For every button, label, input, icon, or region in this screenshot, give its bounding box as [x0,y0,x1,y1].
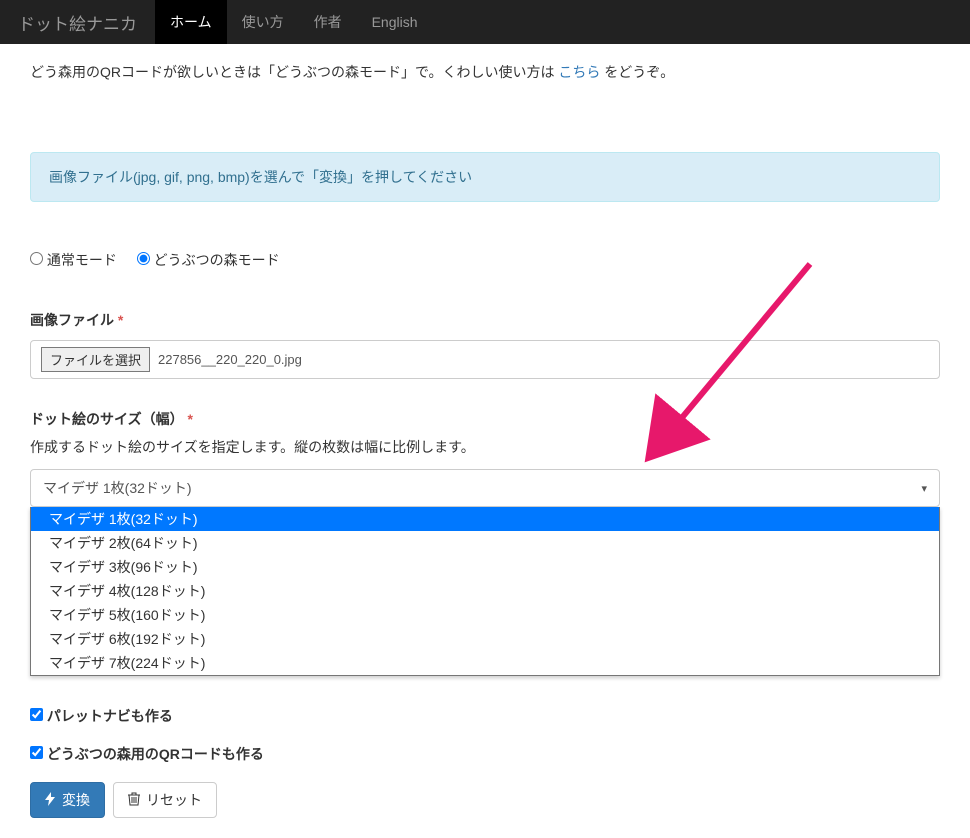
brand[interactable]: ドット絵ナニカ [0,0,155,44]
top-note-before: どう森用のQRコードが欲しいときは「どうぶつの森モード」で。くわしい使い方は [30,64,558,80]
nav-item-1[interactable]: 使い方 [227,0,299,44]
file-label: 画像ファイル [30,312,114,328]
nav-item-3[interactable]: English [357,0,433,44]
mode-normal-label[interactable]: 通常モード [30,252,121,268]
file-name: 227856__220_220_0.jpg [158,352,302,367]
mode-animal-radio[interactable] [137,252,150,265]
mode-normal-text: 通常モード [47,252,117,268]
mode-radio-group: 通常モード どうぶつの森モード [30,250,940,270]
nav-item-2[interactable]: 作者 [299,0,357,44]
size-group: ドット絵のサイズ（幅） * 作成するドット絵のサイズを指定します。縦の枚数は幅に… [30,409,940,676]
size-option-5[interactable]: マイデザ 6枚(192ドット) [31,627,939,651]
main-container: どう森用のQRコードが欲しいときは「どうぶつの森モード」で。くわしい使い方は こ… [0,44,970,838]
reset-button[interactable]: リセット [113,782,217,818]
palette-checkbox[interactable] [30,708,43,721]
trash-icon [128,792,140,809]
size-help: 作成するドット絵のサイズを指定します。縦の枚数は幅に比例します。 [30,437,940,457]
top-note: どう森用のQRコードが欲しいときは「どうぶつの森モード」で。くわしい使い方は こ… [30,62,940,82]
size-option-1[interactable]: マイデザ 2枚(64ドット) [31,531,939,555]
top-note-link[interactable]: こちら [558,64,600,80]
mode-animal-label[interactable]: どうぶつの森モード [137,252,280,268]
info-box: 画像ファイル(jpg, gif, png, bmp)を選んで「変換」を押してくだ… [30,152,940,202]
mode-animal-text: どうぶつの森モード [154,252,280,268]
qr-checkbox[interactable] [30,746,43,759]
convert-button-label: 変換 [62,790,90,810]
file-required-mark: * [118,312,123,328]
size-option-4[interactable]: マイデザ 5枚(160ドット) [31,603,939,627]
size-select[interactable]: マイデザ 1枚(32ドット) ▾ [30,469,940,507]
bolt-icon [45,792,56,809]
button-row: 変換 リセット [30,782,940,818]
palette-checkbox-label: パレットナビも作る [47,708,173,724]
size-option-6[interactable]: マイデザ 7枚(224ドット) [31,651,939,675]
size-option-2[interactable]: マイデザ 3枚(96ドット) [31,555,939,579]
mode-normal-radio[interactable] [30,252,43,265]
qr-checkbox-row[interactable]: どうぶつの森用のQRコードも作る [30,744,940,764]
size-option-3[interactable]: マイデザ 4枚(128ドット) [31,579,939,603]
file-choose-button[interactable]: ファイルを選択 [41,347,150,372]
file-input-wrap[interactable]: ファイルを選択 227856__220_220_0.jpg [30,340,940,379]
file-group: 画像ファイル * ファイルを選択 227856__220_220_0.jpg [30,310,940,379]
chevron-down-icon: ▾ [921,482,927,495]
size-option-0[interactable]: マイデザ 1枚(32ドット) [31,507,939,531]
size-selected-text: マイデザ 1枚(32ドット) [43,478,192,498]
size-dropdown[interactable]: マイデザ 1枚(32ドット)マイデザ 2枚(64ドット)マイデザ 3枚(96ドッ… [30,507,940,676]
palette-checkbox-row[interactable]: パレットナビも作る [30,706,940,726]
nav-item-0[interactable]: ホーム [155,0,227,44]
qr-checkbox-label: どうぶつの森用のQRコードも作る [47,746,264,762]
convert-button[interactable]: 変換 [30,782,105,818]
top-note-after: をどうぞ。 [600,64,674,80]
reset-button-label: リセット [146,790,202,810]
size-required-mark: * [187,411,192,427]
size-label: ドット絵のサイズ（幅） [30,411,184,427]
navbar: ドット絵ナニカ ホーム使い方作者English [0,0,970,44]
